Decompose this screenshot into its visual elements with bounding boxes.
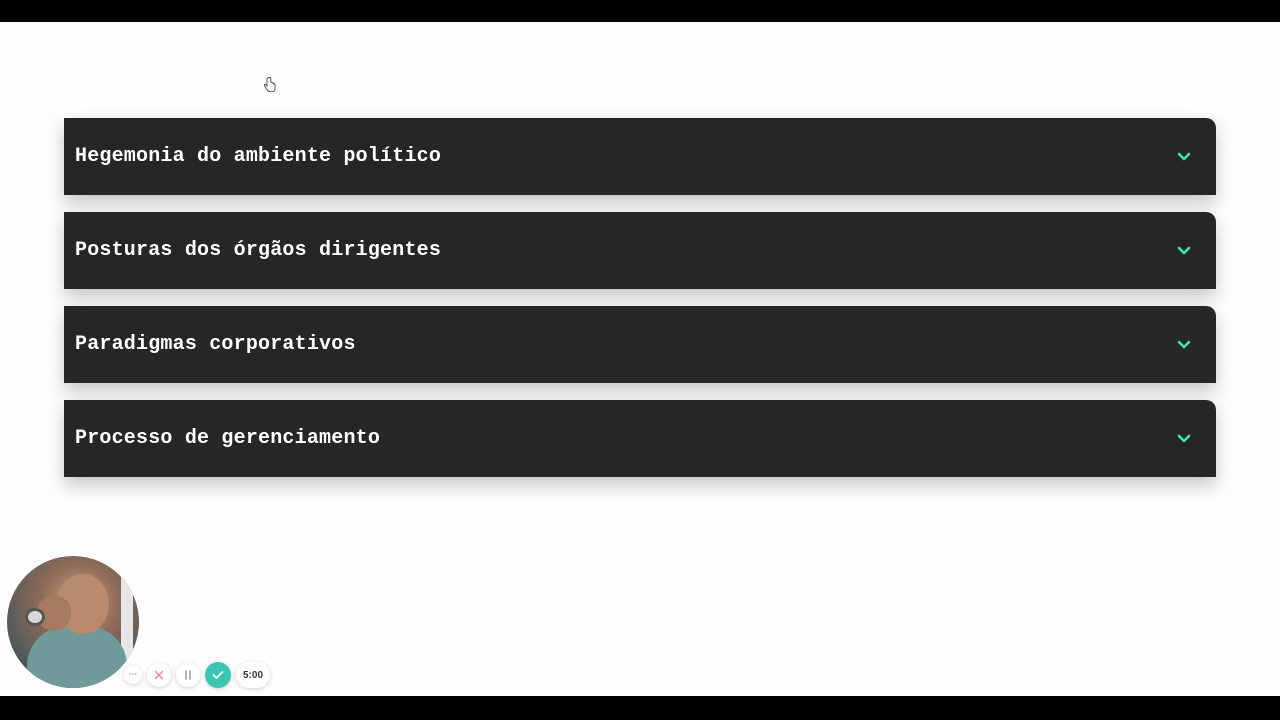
bottom-letterbox xyxy=(0,696,1280,720)
recording-controls: ··· 5:00 xyxy=(124,662,270,688)
accordion-item-title: Processo de gerenciamento xyxy=(75,427,381,450)
recording-timer: 5:00 xyxy=(236,662,270,688)
accordion-item-title: Posturas dos órgãos dirigentes xyxy=(75,239,442,262)
chevron-down-icon[interactable] xyxy=(1176,431,1192,447)
webcam-bubble[interactable] xyxy=(7,556,139,688)
page-content: Hegemonia do ambiente político Posturas … xyxy=(0,22,1280,696)
chevron-down-icon[interactable] xyxy=(1176,243,1192,259)
accordion-item-hegemonia[interactable]: Hegemonia do ambiente político xyxy=(64,118,1216,195)
webcam-person-shirt xyxy=(27,626,127,688)
webcam-person-watch xyxy=(25,608,45,626)
check-icon xyxy=(212,671,224,679)
close-icon xyxy=(154,670,164,680)
pause-recording-button[interactable] xyxy=(176,663,200,687)
chevron-down-icon[interactable] xyxy=(1176,337,1192,353)
pause-icon xyxy=(185,670,191,680)
accordion-item-title: Paradigmas corporativos xyxy=(75,333,356,356)
hand-cursor-icon xyxy=(264,77,276,92)
accordion: Hegemonia do ambiente político Posturas … xyxy=(64,118,1216,494)
more-options-button[interactable]: ··· xyxy=(124,666,142,684)
top-letterbox xyxy=(0,0,1280,22)
accordion-item-paradigmas[interactable]: Paradigmas corporativos xyxy=(64,306,1216,383)
chevron-down-icon[interactable] xyxy=(1176,149,1192,165)
accordion-item-posturas[interactable]: Posturas dos órgãos dirigentes xyxy=(64,212,1216,289)
accordion-item-title: Hegemonia do ambiente político xyxy=(75,145,442,168)
accordion-item-processo[interactable]: Processo de gerenciamento xyxy=(64,400,1216,477)
cancel-recording-button[interactable] xyxy=(147,663,171,687)
finish-recording-button[interactable] xyxy=(205,662,231,688)
